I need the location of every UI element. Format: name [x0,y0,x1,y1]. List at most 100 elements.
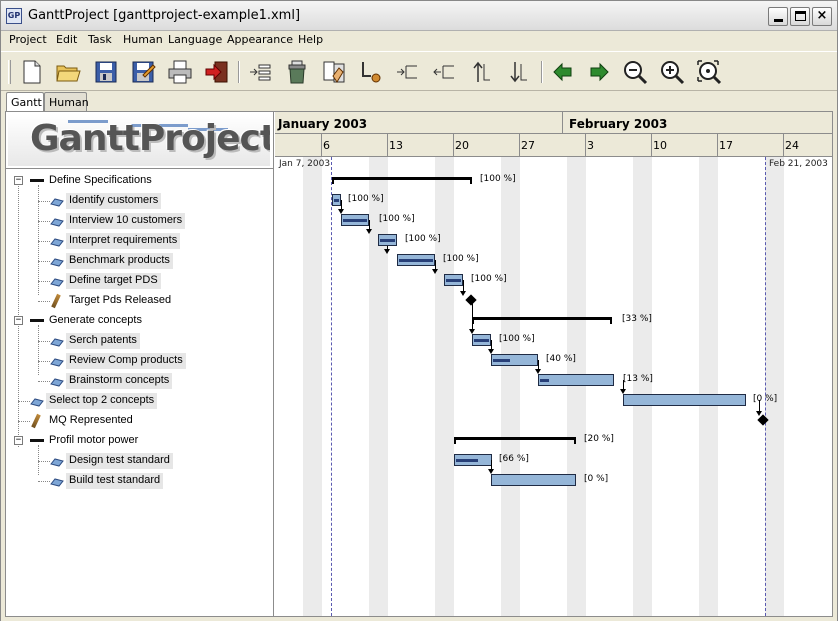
task-name[interactable]: Brainstorm concepts [66,373,173,389]
task-bar[interactable] [378,234,397,246]
move-down-icon[interactable] [504,58,532,86]
delete-task-icon[interactable] [283,58,311,86]
task-row[interactable]: Design test standard [6,452,272,470]
collapse-toggle[interactable]: − [14,436,23,445]
unlink-icon[interactable] [357,58,385,86]
tab-human[interactable]: Human [44,92,89,111]
task-name[interactable]: Identify customers [66,193,162,209]
tab-gantt[interactable]: Gantt [6,92,44,112]
tree-connector [38,241,50,242]
task-bar[interactable] [332,194,341,206]
task-bar[interactable] [341,214,369,226]
completion-label: [20 %] [584,434,614,444]
maximize-icon [795,11,806,21]
menu-edit[interactable]: Edit [56,33,77,46]
task-row[interactable]: Select top 2 concepts [6,392,272,410]
indent-icon[interactable] [393,58,421,86]
menu-appearance[interactable]: Appearance [227,33,293,46]
project-end-line [765,157,766,616]
scroll-left-icon[interactable] [549,58,577,86]
gantt-chart[interactable]: January 2003 February 2003 6 13 20 27 3 10 17 2… [275,112,832,616]
task-row[interactable]: − Generate concepts [6,312,272,330]
tree-divider [6,168,274,169]
new-task-icon[interactable] [246,58,274,86]
task-name[interactable]: Interpret requirements [66,233,181,249]
task-name[interactable]: Serch patents [66,333,140,349]
task-row[interactable]: Serch patents [6,332,272,350]
completion-label: [0 %] [753,394,778,404]
ganttproject-logo: GanttProject [8,114,270,166]
task-row[interactable]: Brainstorm concepts [6,372,272,390]
close-button[interactable]: × [812,7,832,26]
task-bar[interactable] [623,394,746,406]
weekend-column [501,157,520,616]
save-as-icon[interactable] [129,58,157,86]
collapse-toggle[interactable]: − [14,316,23,325]
task-row[interactable]: − Define Specifications [6,172,272,190]
day-label: 13 [389,139,403,152]
scroll-right-icon[interactable] [585,58,613,86]
task-row[interactable]: Interview 10 customers [6,212,272,230]
zoom-out-icon[interactable] [621,58,649,86]
task-row[interactable]: Target Pds Released [6,292,272,310]
toolbar-grip[interactable] [8,60,11,84]
tree-connector [38,221,50,222]
task-name[interactable]: Define target PDS [66,273,161,289]
menu-task[interactable]: Task [88,33,112,46]
dependency-arrow [620,389,626,394]
task-bar[interactable] [444,274,463,286]
menu-help[interactable]: Help [298,33,323,46]
task-name[interactable]: Design test standard [66,453,173,469]
task-row[interactable]: − Profil motor power [6,432,272,450]
menu-human[interactable]: Human [123,33,163,46]
outdent-icon[interactable] [430,58,458,86]
new-document-icon[interactable] [18,58,46,86]
menu-language[interactable]: Language [168,33,222,46]
task-row[interactable]: Build test standard [6,472,272,490]
task-row[interactable]: Benchmark products [6,252,272,270]
print-icon[interactable] [166,58,194,86]
view-tabs: Gantt Human [1,92,837,112]
task-name[interactable]: Generate concepts [46,313,145,329]
task-row[interactable]: Define target PDS [6,272,272,290]
task-bar[interactable] [538,374,614,386]
progress-indicator [399,259,433,262]
zoom-in-icon[interactable] [658,58,686,86]
task-name[interactable]: Benchmark products [66,253,173,269]
task-name[interactable]: Profil motor power [46,433,141,449]
zoom-fit-icon[interactable] [695,58,723,86]
maximize-button[interactable] [790,7,810,26]
task-name[interactable]: Select top 2 concepts [46,393,158,409]
task-properties-icon[interactable] [320,58,348,86]
progress-indicator [474,339,489,342]
day-divider [783,134,784,157]
day-divider [717,134,718,157]
move-up-icon[interactable] [467,58,495,86]
task-name[interactable]: Target Pds Released [66,293,174,309]
task-name[interactable]: Review Comp products [66,353,186,369]
task-name[interactable]: Interview 10 customers [66,213,186,229]
minimize-button[interactable] [768,7,788,26]
task-row[interactable]: Review Comp products [6,352,272,370]
completion-label: [0 %] [584,474,609,484]
task-bar[interactable] [491,474,576,486]
task-row[interactable]: Interpret requirements [6,232,272,250]
task-bar[interactable] [472,334,491,346]
menu-project[interactable]: Project [9,33,47,46]
task-bar[interactable] [491,354,538,366]
task-name[interactable]: Define Specifications [46,173,155,189]
tree-connector [38,281,50,282]
task-bar[interactable] [397,254,435,266]
task-name[interactable]: MQ Represented [46,413,136,429]
task-icon [30,397,44,407]
task-row[interactable]: MQ Represented [6,412,272,430]
title-bar[interactable]: GP GanttProject [ganttproject-example1.x… [1,1,837,31]
task-bar[interactable] [454,454,492,466]
exit-icon[interactable] [203,58,231,86]
task-name[interactable]: Build test standard [66,473,164,489]
collapse-toggle[interactable]: − [14,176,23,185]
open-folder-icon[interactable] [54,58,82,86]
tree-connector [38,261,50,262]
task-row[interactable]: Identify customers [6,192,272,210]
save-icon[interactable] [92,58,120,86]
